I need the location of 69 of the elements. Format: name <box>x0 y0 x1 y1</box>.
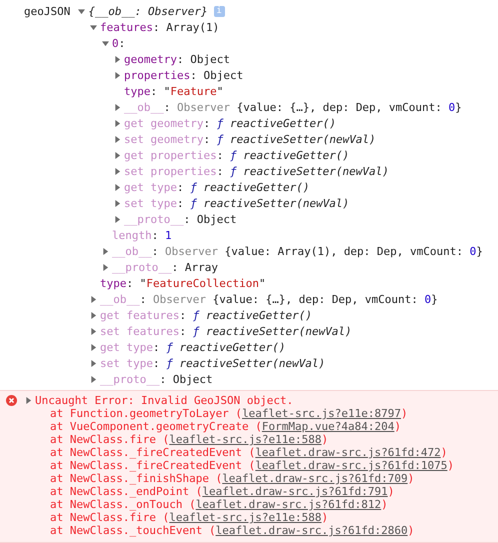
toggle-triangle-icon[interactable] <box>90 24 97 30</box>
toggle-triangle-icon[interactable] <box>90 344 97 350</box>
property-line: set properties: ƒ reactiveSetter(newVal) <box>124 164 389 178</box>
toggle-triangle-icon[interactable] <box>114 72 121 78</box>
property-line: type: "Feature" <box>124 84 224 98</box>
toggle-triangle-icon[interactable] <box>114 152 121 158</box>
property-line: get features: ƒ reactiveGetter() <box>100 308 312 322</box>
object-preview: {__ob__: Observer} <box>88 4 208 18</box>
source-link[interactable]: FormMap.vue?4a84:204 <box>262 420 394 433</box>
property-line: set geometry: ƒ reactiveSetter(newVal) <box>124 132 376 146</box>
toggle-triangle-icon[interactable] <box>114 136 121 142</box>
toggle-triangle-icon[interactable] <box>90 376 97 382</box>
error-icon <box>6 395 17 406</box>
toggle-triangle-icon[interactable] <box>90 360 97 366</box>
toggle-triangle-icon[interactable] <box>25 397 32 404</box>
toggle-triangle-icon[interactable] <box>114 200 121 206</box>
stack-trace-line: at NewClass.fire (leaflet-src.js?e11e:588) <box>49 511 330 524</box>
property-line: 0: <box>112 36 126 50</box>
property-line: __proto__: Array <box>112 260 218 274</box>
property-line: __proto__: Object <box>124 212 237 226</box>
source-link[interactable]: leaflet-src.js?e11e:588 <box>169 511 322 524</box>
stack-trace-line: at NewClass.fire (leaflet-src.js?e11e:588) <box>49 433 330 446</box>
source-link[interactable]: leaflet-src.js?e11e:8797 <box>242 407 402 420</box>
toggle-triangle-icon[interactable] <box>90 296 97 302</box>
property-line: properties: Object <box>124 68 244 82</box>
variable-name: geoJSON <box>24 4 70 18</box>
source-link[interactable]: leaflet-src.js?e11e:588 <box>169 433 322 446</box>
property-line: get geometry: ƒ reactiveGetter() <box>124 116 336 130</box>
stack-trace-line: at NewClass._fireCreatedEvent (leaflet.draw-src.js?61fd:1075) <box>49 459 455 472</box>
stack-trace-line: at NewClass._finishShape (leaflet.draw-src.js?61fd:709) <box>49 472 416 485</box>
property-line: set type: ƒ reactiveSetter(newVal) <box>124 196 350 210</box>
source-link[interactable]: leaflet.draw-src.js?61fd:472 <box>255 446 441 459</box>
stack-trace-line: at NewClass._onTouch (leaflet.draw-src.js?61fd:812) <box>49 498 389 511</box>
toggle-triangle-icon[interactable] <box>90 328 97 334</box>
property-line: set type: ƒ reactiveSetter(newVal) <box>100 356 326 370</box>
stack-trace-line: at NewClass._endPoint (leaflet.draw-src.js?61fd:791) <box>49 485 396 498</box>
property-line: get properties: ƒ reactiveGetter() <box>124 148 350 162</box>
property-line: geometry: Object <box>124 52 230 66</box>
toggle-triangle-icon[interactable] <box>78 8 86 14</box>
toggle-triangle-icon[interactable] <box>102 248 109 254</box>
stack-trace-line: at VueComponent.geometryCreate (FormMap.vue?4a84:204) <box>49 420 402 433</box>
toggle-triangle-icon[interactable] <box>114 56 121 62</box>
property-line: get type: ƒ reactiveGetter() <box>100 340 286 354</box>
source-link[interactable]: leaflet.draw-src.js?61fd:2860 <box>216 524 408 537</box>
property-line: __proto__: Object <box>100 372 213 386</box>
source-link[interactable]: leaflet.draw-src.js?61fd:709 <box>222 472 408 485</box>
property-line: __ob__: Observer {value: {…}, dep: Dep, vmCount: 0} <box>100 292 438 306</box>
property-line: set features: ƒ reactiveSetter(newVal) <box>100 324 352 338</box>
toggle-triangle-icon[interactable] <box>102 40 109 46</box>
property-line: features: Array(1) <box>100 20 220 34</box>
error-message: Uncaught Error: Invalid GeoJSON object. <box>35 394 294 407</box>
stack-trace-line: at NewClass._touchEvent (leaflet.draw-src.js?61fd:2860) <box>49 524 416 537</box>
source-link[interactable]: leaflet.draw-src.js?61fd:791 <box>202 485 388 498</box>
property-line: __ob__: Observer {value: Array(1), dep: Dep, vmCount: 0} <box>112 244 483 258</box>
stack-trace-line: at Function.geometryToLayer (leaflet-src.js?e11e:8797) <box>49 407 409 420</box>
toggle-triangle-icon[interactable] <box>114 104 121 110</box>
source-link[interactable]: leaflet.draw-src.js?61fd:812 <box>196 498 382 511</box>
toggle-triangle-icon[interactable] <box>114 184 121 190</box>
toggle-triangle-icon[interactable] <box>102 264 109 270</box>
property-line: __ob__: Observer {value: {…}, dep: Dep, vmCount: 0} <box>124 100 462 114</box>
source-link[interactable]: leaflet.draw-src.js?61fd:1075 <box>255 459 448 472</box>
property-line: length: 1 <box>112 228 172 242</box>
property-line: type: "FeatureCollection" <box>100 276 266 290</box>
stack-trace-line: at NewClass._fireCreatedEvent (leaflet.draw-src.js?61fd:472) <box>49 446 448 459</box>
toggle-triangle-icon[interactable] <box>114 168 121 174</box>
toggle-triangle-icon[interactable] <box>114 120 121 126</box>
toggle-triangle-icon[interactable] <box>90 312 97 318</box>
toggle-triangle-icon[interactable] <box>114 216 121 222</box>
property-line: get type: ƒ reactiveGetter() <box>124 180 310 194</box>
